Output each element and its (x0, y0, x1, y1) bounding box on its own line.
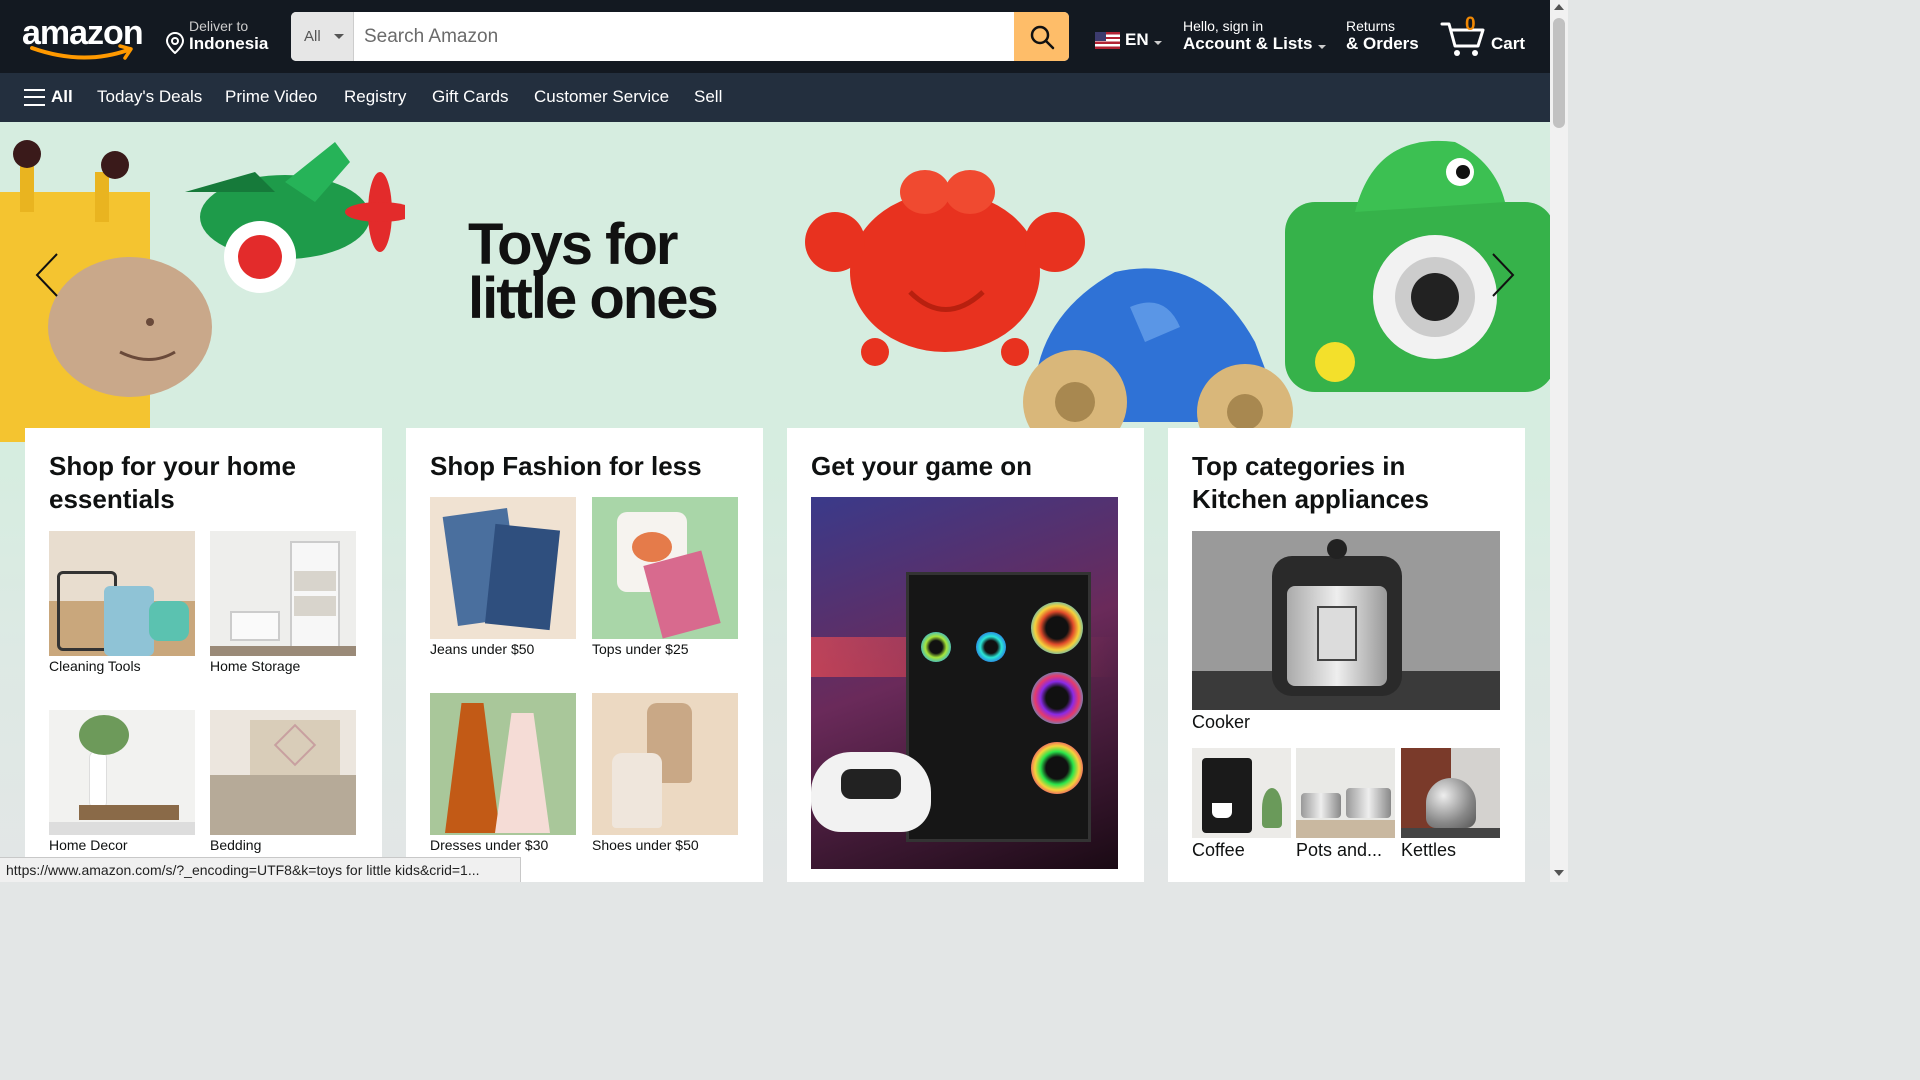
tile-caption: Jeans under $50 (430, 641, 535, 657)
search-button[interactable] (1014, 12, 1069, 61)
cleaning-tools-image (49, 531, 195, 656)
account-greeting: Hello, sign in (1183, 18, 1264, 34)
language-label: EN (1125, 30, 1149, 49)
location-pin-icon (165, 32, 185, 54)
cart-label: Cart (1491, 34, 1526, 53)
card-home-essentials: Shop for your home essentials Cleaning T… (25, 428, 382, 882)
kettle-image (1401, 748, 1500, 838)
account-lists-label: Account & Lists (1183, 34, 1313, 53)
bedding-image (210, 710, 356, 835)
scroll-down-arrow-icon[interactable] (1554, 870, 1564, 876)
card-title: Shop Fashion for less (430, 451, 702, 481)
gaming-pc-image (811, 497, 1118, 869)
all-menu-label: All (51, 87, 73, 106)
deliver-label: Deliver to (189, 18, 249, 34)
card-gaming: Get your game on (787, 428, 1144, 882)
all-menu-button[interactable]: All (24, 87, 73, 107)
car-toy-image (1023, 268, 1293, 442)
carousel-prev-arrow-icon[interactable] (32, 252, 62, 298)
cooker-image (1192, 531, 1500, 710)
amazon-logo[interactable]: amazon (20, 12, 145, 62)
sub-nav: All Today's Deals Prime Video Registry G… (0, 73, 1550, 122)
tile-caption: Kettles (1401, 840, 1457, 860)
tile-caption: Home Storage (210, 658, 301, 674)
search-category-label: All (304, 28, 321, 45)
tile-caption: Cleaning Tools (49, 658, 141, 674)
tile-caption: Tops under $25 (592, 641, 689, 657)
tile-caption: Coffee (1192, 840, 1245, 860)
account-and-lists[interactable]: Hello, sign in Account & Lists (1183, 18, 1327, 54)
tile-caption: Shoes under $50 (592, 837, 699, 853)
card-title: Shop for your home essentials (49, 451, 296, 514)
search-bar: All (291, 12, 1069, 61)
chevron-down-icon (1318, 44, 1327, 49)
shoes-image (592, 693, 738, 835)
cart-button[interactable]: 0 Cart (1440, 14, 1535, 58)
chevron-down-icon (1153, 40, 1162, 45)
cart-count: 0 (1465, 14, 1476, 35)
orders-label: & Orders (1346, 34, 1419, 53)
dresses-image (430, 693, 576, 835)
top-nav: amazon Deliver to Indonesia All EN (0, 0, 1550, 73)
deliver-country: Indonesia (189, 34, 269, 53)
tile-caption: Pots and... (1296, 840, 1383, 860)
card-fashion: Shop Fashion for less Jeans under $50 To… (406, 428, 763, 882)
search-icon (1030, 25, 1054, 49)
nav-sell[interactable]: Sell (694, 87, 722, 107)
hamburger-menu-icon (24, 88, 45, 106)
card-kitchen: Top categories in Kitchen appliances Coo… (1168, 428, 1525, 882)
chevron-down-icon (334, 34, 344, 39)
tile-caption: Dresses under $30 (430, 837, 549, 853)
scroll-up-arrow-icon[interactable] (1554, 4, 1564, 10)
nav-gift-cards[interactable]: Gift Cards (432, 87, 509, 107)
card-title: Top categories in Kitchen appliances (1192, 451, 1429, 514)
nav-registry[interactable]: Registry (344, 87, 406, 107)
returns-and-orders[interactable]: Returns & Orders (1346, 18, 1419, 54)
vertical-scrollbar[interactable] (1550, 0, 1568, 882)
jeans-image (430, 497, 576, 639)
airplane-toy-image (185, 142, 405, 293)
hero-title-line1: Toys for (468, 212, 678, 277)
nav-todays-deals[interactable]: Today's Deals (97, 87, 202, 107)
hero-title: Toys for little ones (468, 212, 719, 331)
search-category-select[interactable]: All (291, 12, 354, 61)
returns-label: Returns (1346, 18, 1396, 34)
scrollbar-thumb[interactable] (1553, 18, 1565, 128)
tops-image (592, 497, 738, 639)
search-input[interactable] (354, 12, 1014, 61)
us-flag-icon (1095, 31, 1120, 49)
home-storage-image (210, 531, 356, 656)
nav-customer-service[interactable]: Customer Service (534, 87, 669, 107)
carousel-next-arrow-icon[interactable] (1488, 252, 1518, 298)
language-selector[interactable]: EN (1095, 30, 1162, 50)
hero-title-line2: little ones (468, 266, 719, 331)
tile-caption: Home Decor (49, 837, 128, 853)
logo-smile-icon (30, 44, 133, 60)
coffee-machine-image (1192, 748, 1291, 838)
nav-prime-video[interactable]: Prime Video (225, 87, 317, 107)
cart-icon (1440, 22, 1485, 56)
account-lists-row: Account & Lists (1183, 34, 1327, 54)
pots-image (1296, 748, 1395, 838)
tile-caption: Cooker (1192, 712, 1251, 732)
link-status-bar: https://www.amazon.com/s/?_encoding=UTF8… (0, 857, 521, 882)
home-decor-image (49, 710, 195, 835)
card-title: Get your game on (811, 451, 1033, 481)
tile-caption: Bedding (210, 837, 262, 853)
